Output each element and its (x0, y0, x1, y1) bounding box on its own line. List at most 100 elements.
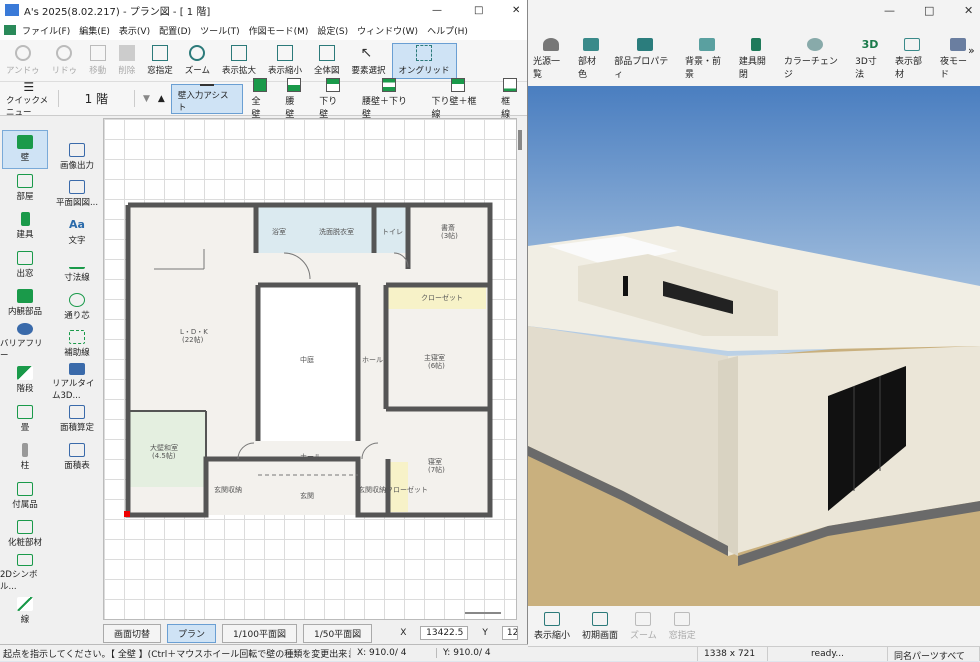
tool-door-open-button[interactable]: 建具開閉 (734, 38, 779, 80)
wall-full-button[interactable]: 全壁 (243, 77, 277, 120)
tab-1-50[interactable]: 1/50平面図 (302, 623, 373, 643)
menu-file[interactable]: ファイル(F) (22, 24, 70, 37)
sidebar-item-stairs[interactable]: 階段 (0, 361, 50, 400)
close-button[interactable]: ✕ (512, 5, 520, 16)
minimize-button[interactable]: — (884, 4, 895, 17)
zoom-button[interactable]: ズーム (630, 611, 657, 641)
tool-aux-line[interactable]: 補助線 (52, 326, 102, 364)
sidebar-item-column[interactable]: 柱 (0, 438, 50, 477)
sidebar-item-bay-window[interactable]: 出窓 (0, 246, 50, 285)
menu-tools[interactable]: ツール(T) (200, 24, 240, 37)
horizontal-scrollbar[interactable] (465, 612, 501, 614)
waist-wall-icon (287, 77, 302, 92)
window-select-button[interactable]: 窓指定 (141, 45, 179, 76)
origin-marker (124, 511, 130, 517)
window-select-button[interactable]: 窓指定 (669, 611, 696, 641)
door-icon (20, 212, 30, 227)
text-icon: Aa (69, 217, 85, 231)
floor-select[interactable]: 1 階 (57, 90, 135, 107)
3d-dimension-icon: 3D (861, 38, 879, 51)
wall-assist-button[interactable]: 壁入力アシスト (170, 83, 244, 114)
room-label-entrance-closet: 玄関収納クローゼット (358, 486, 428, 494)
delete-button[interactable]: 削除 (112, 45, 141, 76)
y-coordinate[interactable]: 12 (501, 626, 518, 640)
tab-1-100[interactable]: 1/100平面図 (222, 623, 297, 643)
menu-edit[interactable]: 編集(E) (79, 24, 110, 37)
tool-text[interactable]: Aa 文字 (52, 213, 102, 251)
floor-down-icon[interactable]: ▼ (143, 94, 150, 104)
x-coordinate[interactable]: 13422.5 (420, 626, 469, 640)
close-button[interactable]: ✕ (964, 4, 973, 17)
sidebar-item-fitting[interactable]: 建具 (0, 207, 50, 246)
zoom-button[interactable]: ズーム (179, 45, 216, 76)
move-button[interactable]: 移動 (83, 45, 112, 76)
maximize-button[interactable]: □ (474, 5, 483, 16)
floor-up-icon[interactable]: ▲ (158, 94, 165, 104)
3d-view-window: — □ ✕ » 光源一覧 部材色 部品プロパティ 背景・前景 建具開閉 カラーチ… (528, 0, 980, 662)
sidebar-item-tatami[interactable]: 畳 (0, 400, 50, 439)
tool-display-parts-button[interactable]: 表示部材 (890, 38, 935, 80)
tool-realtime-3d[interactable]: リアルタイム3D... (52, 363, 102, 401)
tab-switch-screen[interactable]: 画面切替 (103, 623, 162, 643)
hanging-frame-icon (451, 77, 466, 92)
tool-background-button[interactable]: 背景・前景 (680, 38, 734, 80)
tool-dimension[interactable]: 寸法線 (52, 251, 102, 289)
wall-hanging-button[interactable]: 下り壁 (311, 77, 354, 120)
tool-floor-plan[interactable]: 平面図図... (52, 176, 102, 214)
sidebar-item-barrier-free[interactable]: バリアフリー (0, 322, 50, 361)
menu-settings[interactable]: 設定(S) (317, 24, 348, 37)
sidebar-item-room[interactable]: 部屋 (0, 169, 50, 208)
sidebar-item-line[interactable]: 線 (0, 592, 50, 631)
tools-sidebar: 画像出力 平面図図... Aa 文字 寸法線 通り芯 補助線 リアルタイム3D..… (52, 138, 102, 476)
stairs-icon (17, 366, 33, 381)
plan-canvas[interactable]: 浴室 洗面脱衣室 トイレ 書斎 (3帖) クローゼット L・D・K (22帖) … (103, 118, 517, 620)
wall-frame-button[interactable]: 框線 (493, 77, 527, 120)
zoom-in-button[interactable]: 表示拡大 (216, 45, 262, 76)
interior-parts-icon (17, 289, 33, 304)
tool-grid-axis[interactable]: 通り芯 (52, 288, 102, 326)
initial-view-button[interactable]: 初期画面 (582, 611, 618, 641)
tool-image-output[interactable]: 画像出力 (52, 138, 102, 176)
minimize-button[interactable]: — (432, 5, 442, 16)
tab-plan[interactable]: プラン (167, 623, 217, 643)
wall-hanging-frame-button[interactable]: 下り壁＋框線 (424, 77, 494, 120)
sidebar-item-interior[interactable]: 内観部品 (0, 284, 50, 323)
column-icon (22, 443, 28, 458)
menu-place[interactable]: 配置(D) (159, 24, 191, 37)
zoom-out-button[interactable]: 表示縮小 (262, 45, 308, 76)
maximize-button[interactable]: □ (924, 4, 934, 17)
undo-icon (14, 45, 31, 61)
eraser-icon (118, 45, 135, 61)
vertical-scrollbar[interactable] (518, 130, 522, 150)
menu-view[interactable]: 表示(V) (119, 24, 150, 37)
menu-window[interactable]: ウィンドウ(W) (357, 24, 418, 37)
tool-part-property-button[interactable]: 部品プロパティ (609, 38, 680, 80)
3d-viewport[interactable] (528, 86, 980, 606)
tool-3d-dimension-button[interactable]: 3D 3D寸法 (850, 38, 890, 80)
wall-toolbar: ☰ クイックメニュー 1 階 ▼ ▲ 壁入力アシスト 全壁 腰壁 下り壁 腰壁＋下… (0, 77, 527, 120)
sidebar-item-wall[interactable]: 壁 (2, 130, 48, 169)
zoom-out-button[interactable]: 表示縮小 (534, 611, 570, 641)
status-message: 起点を指示してください。【 全壁 】(Ctrl＋マウスホイール回転で壁の種類を変… (3, 649, 350, 660)
tool-area-table[interactable]: 面積表 (52, 438, 102, 476)
quick-menu-button[interactable]: ☰ クイックメニュー (0, 80, 58, 118)
tool-area-calc[interactable]: 面積算定 (52, 401, 102, 439)
tool-color-change-button[interactable]: カラーチェンジ (779, 38, 850, 80)
select-element-button[interactable]: ↖ 要素選択 (346, 45, 392, 76)
wall-waist-hanging-button[interactable]: 腰壁＋下り壁 (354, 77, 424, 120)
tool-light-list-button[interactable]: 光源一覧 (528, 38, 573, 80)
sidebar-item-2d-symbol[interactable]: 2Dシンボル... (0, 553, 50, 592)
tool-night-mode-button[interactable]: 夜モード (935, 38, 980, 80)
sidebar-item-accessory[interactable]: 付属品 (0, 477, 50, 516)
redo-button[interactable]: リドゥ (46, 45, 84, 76)
tool-material-color-button[interactable]: 部材色 (573, 38, 609, 80)
menu-help[interactable]: ヘルプ(H) (427, 24, 468, 37)
menu-draw-mode[interactable]: 作図モード(M) (249, 24, 309, 37)
sidebar-item-trim[interactable]: 化粧部材 (0, 515, 50, 554)
part-property-icon (636, 38, 653, 51)
wall-waist-button[interactable]: 腰壁 (277, 77, 311, 120)
zoom-out-icon (277, 45, 293, 61)
grid-snap-button[interactable]: オングリッド (391, 42, 457, 79)
undo-button[interactable]: アンドゥ (0, 45, 46, 76)
fit-all-button[interactable]: 全体図 (308, 45, 346, 76)
